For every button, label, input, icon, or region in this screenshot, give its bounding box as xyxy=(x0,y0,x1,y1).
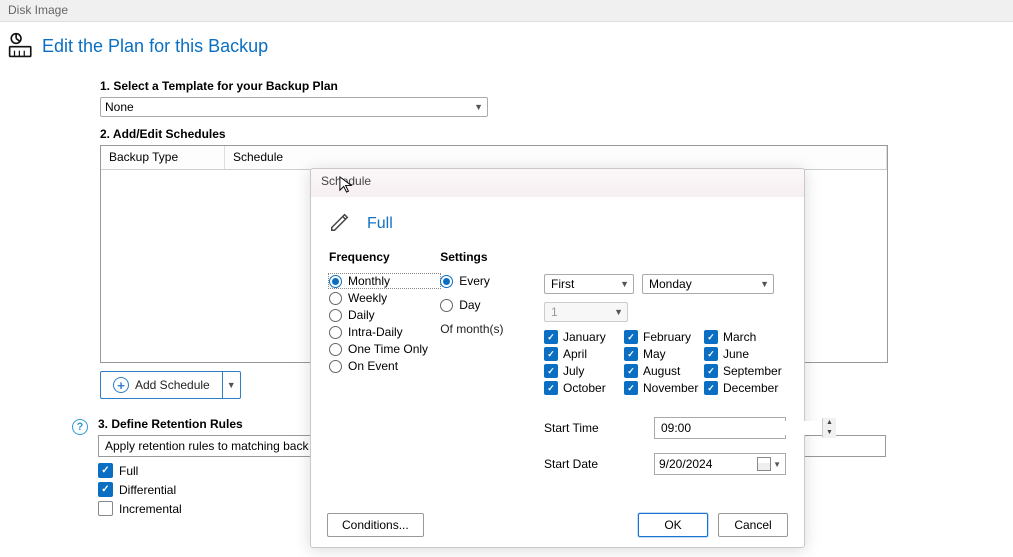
retention-inc-label: Incremental xyxy=(119,502,182,516)
checkbox-icon xyxy=(624,364,638,378)
start-date-input[interactable]: 9/20/2024 ▼ xyxy=(654,453,786,475)
window-title: Disk Image xyxy=(8,3,68,17)
month-apr[interactable]: April xyxy=(544,347,624,361)
template-select[interactable]: None ▼ xyxy=(100,97,488,117)
dialog-footer: Conditions... OK Cancel xyxy=(311,513,804,537)
freq-monthly[interactable]: Monthly xyxy=(329,274,440,288)
radio-icon xyxy=(329,309,342,322)
checkbox-icon xyxy=(704,347,718,361)
page-title: Edit the Plan for this Backup xyxy=(42,36,268,57)
step2-label: 2. Add/Edit Schedules xyxy=(100,127,1013,141)
checkbox-icon xyxy=(704,330,718,344)
spin-up-icon[interactable]: ▲ xyxy=(823,418,836,428)
retention-diff-label: Differential xyxy=(119,483,176,497)
checkbox-icon xyxy=(544,381,558,395)
help-icon[interactable]: ? xyxy=(72,419,88,435)
weekday-select[interactable]: Monday▼ xyxy=(642,274,774,294)
dialog-mode-row: Full xyxy=(329,211,786,236)
chevron-down-icon: ▼ xyxy=(474,102,483,112)
conditions-button[interactable]: Conditions... xyxy=(327,513,424,537)
spin-down-icon[interactable]: ▼ xyxy=(823,428,836,438)
schedules-header: Backup Type Schedule xyxy=(101,146,887,170)
radio-icon xyxy=(329,275,342,288)
start-time-field[interactable] xyxy=(655,421,822,435)
set-day[interactable]: Day xyxy=(440,298,544,312)
ok-button[interactable]: OK xyxy=(638,513,708,537)
radio-icon xyxy=(329,360,342,373)
settings-heading: Settings xyxy=(440,250,544,264)
frequency-heading: Frequency xyxy=(329,250,440,264)
radio-icon xyxy=(329,326,342,339)
add-schedule-dropdown[interactable]: ▼ xyxy=(223,371,241,399)
checkbox-icon xyxy=(544,330,558,344)
template-value: None xyxy=(105,100,134,114)
month-dec[interactable]: December xyxy=(704,381,784,395)
start-time-input[interactable]: ▲▼ xyxy=(654,417,786,439)
month-mar[interactable]: March xyxy=(704,330,784,344)
freq-intradaily[interactable]: Intra-Daily xyxy=(329,325,440,339)
plus-icon: + xyxy=(113,377,129,393)
checkbox-differential[interactable] xyxy=(98,482,113,497)
checkbox-icon xyxy=(704,364,718,378)
radio-icon xyxy=(440,275,453,288)
month-jan[interactable]: January xyxy=(544,330,624,344)
cancel-button[interactable]: Cancel xyxy=(718,513,788,537)
ordinal-select[interactable]: First▼ xyxy=(544,274,634,294)
checkbox-incremental[interactable] xyxy=(98,501,113,516)
dialog-title: Schedule xyxy=(311,169,804,197)
daynum-select: 1▼ xyxy=(544,302,628,322)
freq-weekly[interactable]: Weekly xyxy=(329,291,440,305)
radio-icon xyxy=(329,343,342,356)
month-jul[interactable]: July xyxy=(544,364,624,378)
start-date-label: Start Date xyxy=(544,457,654,471)
of-months-label: Of month(s) xyxy=(440,322,544,336)
dialog-mode-label: Full xyxy=(367,215,393,233)
month-jun[interactable]: June xyxy=(704,347,784,361)
checkbox-icon xyxy=(624,381,638,395)
set-every[interactable]: Every xyxy=(440,274,544,288)
schedule-dialog: Schedule Full Frequency Monthly Weekly xyxy=(310,168,805,548)
month-aug[interactable]: August xyxy=(624,364,704,378)
plan-icon xyxy=(8,32,34,61)
window-header: Disk Image xyxy=(0,0,1013,22)
radio-icon xyxy=(440,299,453,312)
chevron-down-icon: ▼ xyxy=(620,279,629,289)
checkbox-icon xyxy=(704,381,718,395)
freq-daily[interactable]: Daily xyxy=(329,308,440,322)
month-nov[interactable]: November xyxy=(624,381,704,395)
radio-icon xyxy=(329,292,342,305)
time-spinner[interactable]: ▲▼ xyxy=(822,418,836,438)
start-date-value: 9/20/2024 xyxy=(659,457,712,471)
freq-onetime[interactable]: One Time Only xyxy=(329,342,440,356)
chevron-down-icon: ▼ xyxy=(773,460,781,469)
step1-label: 1. Select a Template for your Backup Pla… xyxy=(100,79,1013,93)
checkbox-icon xyxy=(624,347,638,361)
calendar-icon xyxy=(757,457,771,471)
col-schedule: Schedule xyxy=(225,146,887,169)
checkbox-icon xyxy=(544,347,558,361)
month-may[interactable]: May xyxy=(624,347,704,361)
start-time-label: Start Time xyxy=(544,421,654,435)
freq-onevent[interactable]: On Event xyxy=(329,359,440,373)
add-schedule-button[interactable]: + Add Schedule xyxy=(100,371,223,399)
chevron-down-icon: ▼ xyxy=(760,279,769,289)
pencil-icon xyxy=(329,211,351,236)
month-oct[interactable]: October xyxy=(544,381,624,395)
month-feb[interactable]: February xyxy=(624,330,704,344)
checkbox-icon xyxy=(624,330,638,344)
retention-full-label: Full xyxy=(119,464,138,478)
month-sep[interactable]: September xyxy=(704,364,784,378)
add-schedule-label: Add Schedule xyxy=(135,378,210,392)
page-title-row: Edit the Plan for this Backup xyxy=(0,22,1013,65)
checkbox-icon xyxy=(544,364,558,378)
checkbox-full[interactable] xyxy=(98,463,113,478)
col-backup-type: Backup Type xyxy=(101,146,225,169)
chevron-down-icon: ▼ xyxy=(614,307,623,317)
